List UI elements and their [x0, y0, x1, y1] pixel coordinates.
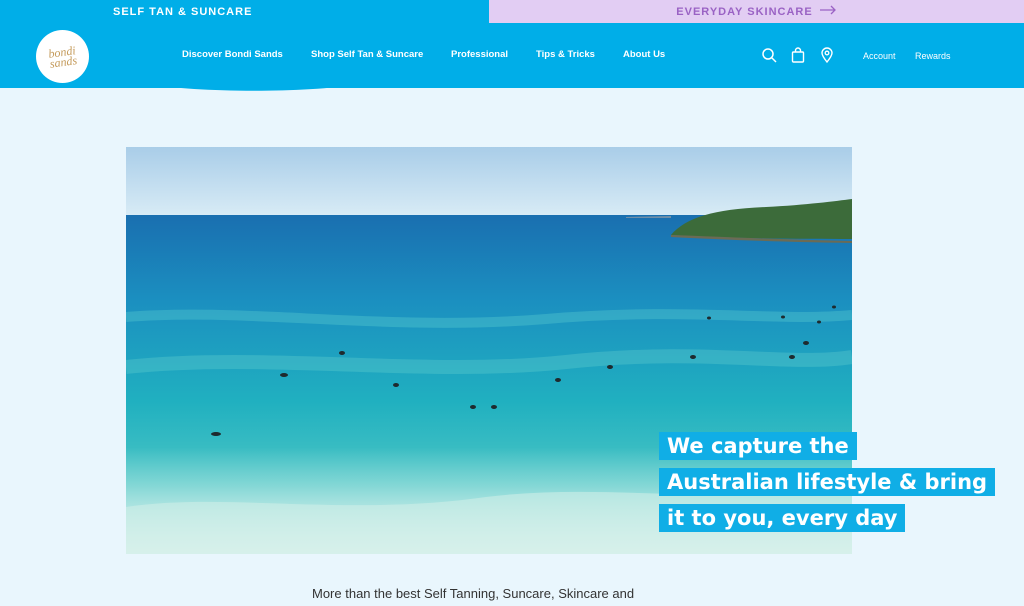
self-tan-suncare-tab[interactable]: SELF TAN & SUNCARE [0, 0, 489, 23]
intro-text: More than the best Self Tanning, Suncare… [312, 586, 635, 601]
bondi-sands-logo[interactable]: bondi sands [36, 30, 89, 83]
everyday-skincare-label: EVERYDAY SKINCARE [676, 5, 813, 18]
hero-caption-line-2: Australian lifestyle & bring [659, 468, 996, 496]
top-strip: SELF TAN & SUNCARE EVERYDAY SKINCARE [0, 0, 1024, 23]
nav-shop-self-tan-suncare[interactable]: Shop Self Tan & Suncare [311, 49, 423, 60]
hero-caption-line-3: it to you, every day [659, 504, 906, 532]
logo-text-sands: sands [48, 52, 78, 71]
hero-caption-line-1: We capture the [659, 432, 857, 460]
arrow-right-icon [819, 5, 837, 18]
location-icon[interactable] [819, 47, 835, 64]
header-wave-decoration [150, 84, 360, 91]
nav-professional[interactable]: Professional [451, 49, 508, 60]
nav-tips-tricks[interactable]: Tips & Tricks [536, 49, 595, 60]
bag-icon[interactable] [790, 47, 806, 63]
rewards-link[interactable]: Rewards [915, 51, 951, 61]
nav-about-us[interactable]: About Us [623, 49, 665, 60]
nav-discover-bondi-sands[interactable]: Discover Bondi Sands [182, 49, 283, 60]
everyday-skincare-tab[interactable]: EVERYDAY SKINCARE [489, 0, 1024, 23]
logo-wordmark: bondi sands [47, 43, 78, 71]
account-link[interactable]: Account [863, 51, 896, 61]
search-icon[interactable] [761, 47, 777, 63]
site-header: bondi sands Discover Bondi Sands Shop Se… [0, 23, 1024, 88]
self-tan-suncare-label: SELF TAN & SUNCARE [113, 5, 253, 18]
